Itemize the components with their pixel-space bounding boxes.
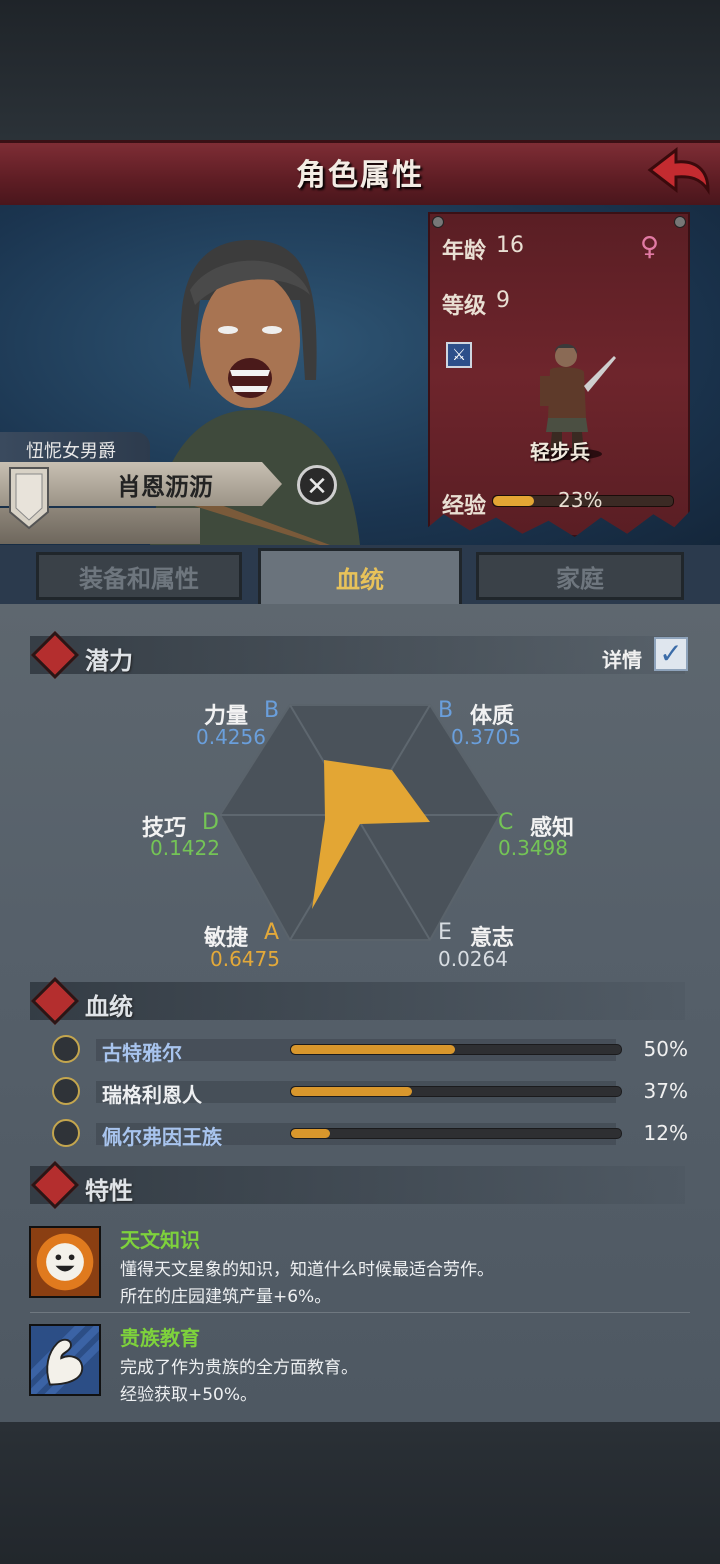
bloodline-bar xyxy=(290,1128,622,1139)
bloodline-percent: 12% xyxy=(643,1121,688,1145)
attr-strength-value: 0.4256 xyxy=(196,725,266,749)
trait-description: 懂得天文星象的知识，知道什么时候最适合劳作。 xyxy=(120,1260,494,1280)
card-rivet xyxy=(674,216,686,228)
female-symbol-icon: ♀ xyxy=(640,232,660,262)
details-label: 详情 xyxy=(602,648,642,672)
card-rivet xyxy=(432,216,444,228)
bloodline-percent: 37% xyxy=(643,1079,688,1103)
attr-skill-grade: D xyxy=(202,810,219,835)
trait-divider xyxy=(30,1312,690,1313)
traits-title: 特性 xyxy=(85,1177,133,1205)
noble-title: 忸怩女男爵 xyxy=(26,441,116,462)
attr-skill-value: 0.1422 xyxy=(150,836,220,860)
regrian-crest-icon xyxy=(52,1077,80,1105)
bloodline-name: 瑞格利恩人 xyxy=(102,1083,202,1107)
attr-strength-grade: B xyxy=(264,698,280,723)
attr-will-grade: E xyxy=(438,920,452,945)
flexed-arm-icon[interactable] xyxy=(29,1324,101,1396)
sword-skill-icon[interactable]: ⚔ xyxy=(446,342,472,368)
level-value: 9 xyxy=(496,288,510,313)
tab-bloodline[interactable]: 血统 xyxy=(258,548,462,608)
attr-constitution-value: 0.3705 xyxy=(451,725,521,749)
back-arrow-icon[interactable] xyxy=(646,146,712,196)
royal-crest-icon xyxy=(52,1119,80,1147)
age-value: 16 xyxy=(496,233,524,258)
trait-effect: 经验获取+50%。 xyxy=(120,1385,258,1405)
trait-description: 完成了作为贵族的全方面教育。 xyxy=(120,1358,358,1378)
bloodline-bar-fill xyxy=(291,1045,455,1054)
gutyar-crest-icon xyxy=(52,1035,80,1063)
potential-title: 潜力 xyxy=(85,647,133,675)
exp-label: 经验 xyxy=(442,494,487,519)
bloodline-name: 古特雅尔 xyxy=(102,1041,182,1065)
attr-agility-value: 0.6475 xyxy=(210,947,280,971)
top-background xyxy=(0,0,720,140)
bloodline-bar-fill xyxy=(291,1087,412,1096)
character-name[interactable]: 肖恩沥沥 xyxy=(60,467,270,502)
attr-perception-grade: C xyxy=(498,810,514,835)
bloodline-bar-fill xyxy=(291,1129,330,1138)
attr-will-value: 0.0264 xyxy=(438,947,508,971)
trait-effect: 所在的庄园建筑产量+6%。 xyxy=(120,1287,332,1307)
bloodline-name: 佩尔弗因王族 xyxy=(102,1125,222,1149)
trait-name: 贵族教育 xyxy=(120,1326,200,1350)
bloodline-title: 血统 xyxy=(85,993,133,1021)
trait-name: 天文知识 xyxy=(120,1228,200,1252)
bottom-background xyxy=(0,1422,720,1564)
page-title: 角色属性 xyxy=(296,158,424,193)
attr-constitution-grade: B xyxy=(438,698,454,723)
bloodline-percent: 50% xyxy=(643,1037,688,1061)
level-label: 等级 xyxy=(442,294,487,319)
age-label: 年龄 xyxy=(442,239,487,264)
smiling-sun-icon[interactable] xyxy=(29,1226,101,1298)
tab-equipment-attributes[interactable]: 装备和属性 xyxy=(36,552,242,600)
exp-bar-fill xyxy=(493,496,534,506)
details-checkbox[interactable]: ✓ xyxy=(654,637,688,671)
attr-agility-grade: A xyxy=(264,920,280,945)
heraldry-shield-icon[interactable] xyxy=(8,466,50,530)
tab-family[interactable]: 家庭 xyxy=(476,552,684,600)
unit-class-label: 轻步兵 xyxy=(530,440,590,464)
dismiss-close-icon[interactable]: ✕ xyxy=(297,465,337,505)
attr-perception-value: 0.3498 xyxy=(498,836,568,860)
exp-percent: 23% xyxy=(558,488,603,512)
